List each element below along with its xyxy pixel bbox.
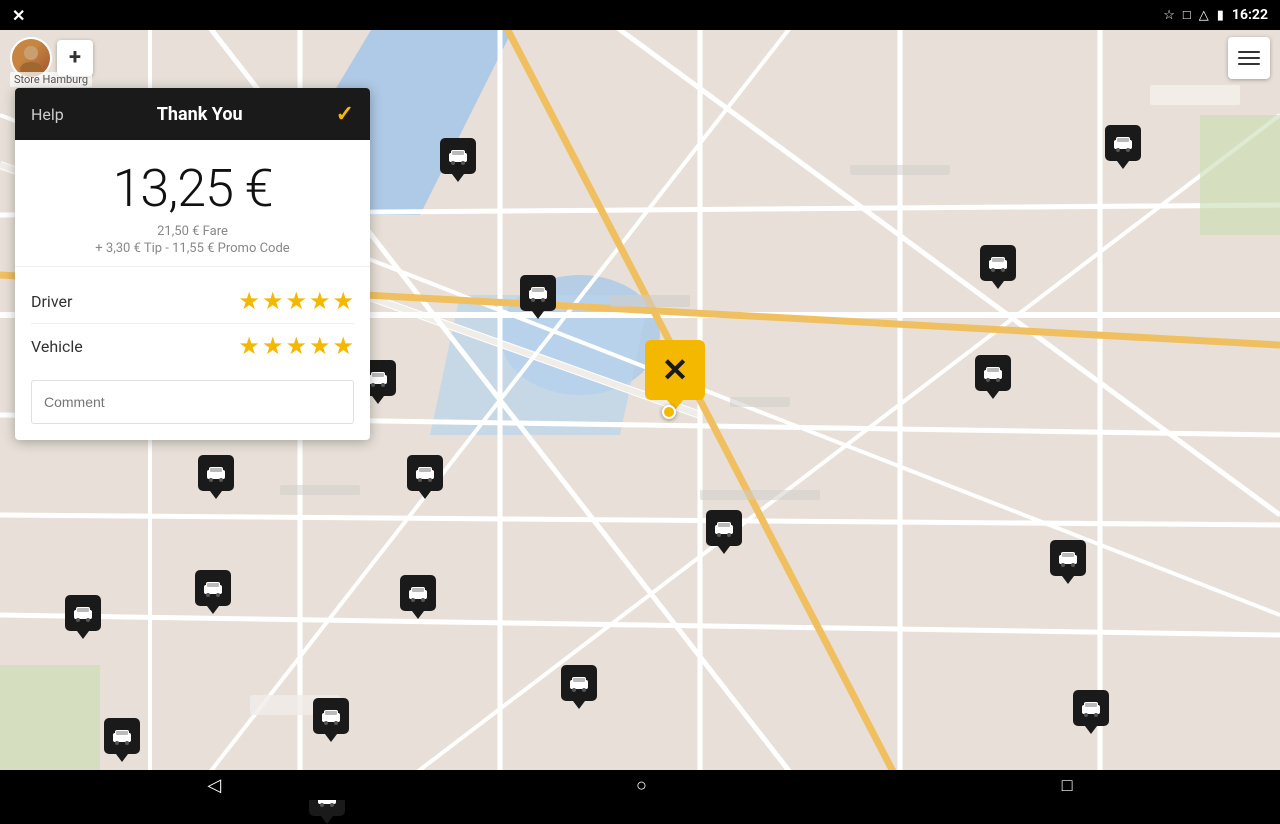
car-marker-car14 — [313, 698, 349, 734]
price-detail: 21,50 € Fare + 3,30 € Tip - 11,55 € Prom… — [31, 224, 354, 256]
car-svg-car11 — [201, 579, 225, 597]
battery-icon: ▮ — [1217, 8, 1224, 23]
car-svg-car6 — [413, 464, 437, 482]
tip-promo-line: + 3,30 € Tip - 11,55 € Promo Code — [31, 241, 354, 256]
car-marker-car3 — [520, 275, 556, 311]
plus-icon: + — [69, 45, 81, 70]
car-marker-car10 — [198, 455, 234, 491]
car-svg-car2 — [986, 254, 1010, 272]
driver-stars[interactable]: ★ ★ ★ ★ ★ — [238, 287, 354, 315]
mytaxi-logo-marker: ✕ — [645, 340, 705, 400]
car-marker-car17 — [1073, 690, 1109, 726]
driver-rating-row: Driver ★ ★ ★ ★ ★ — [31, 279, 354, 324]
driver-star-4[interactable]: ★ — [309, 287, 331, 315]
recents-button[interactable]: □ — [1062, 775, 1073, 796]
thankyou-label: Thank You — [157, 104, 243, 125]
car-marker-car5 — [975, 355, 1011, 391]
x-logo-icon: ✕ — [12, 6, 25, 25]
price-area: 13,25 € 21,50 € Fare + 3,30 € Tip - 11,5… — [15, 140, 370, 267]
car-svg-car10 — [204, 464, 228, 482]
car-marker-car15 — [104, 718, 140, 754]
bottom-nav: ◁ ○ □ — [0, 770, 1280, 800]
car-marker-car9 — [1105, 125, 1141, 161]
signal-icon: □ — [1183, 7, 1191, 23]
driver-star-3[interactable]: ★ — [285, 287, 307, 315]
car-svg-car3 — [526, 284, 550, 302]
vehicle-rating-row: Vehicle ★ ★ ★ ★ ★ — [31, 324, 354, 368]
car-svg-car12 — [71, 604, 95, 622]
hamburger-menu-button[interactable] — [1228, 37, 1270, 79]
add-ride-button[interactable]: + — [57, 40, 93, 76]
status-bar-right: ☆ □ △ ▮ 16:22 — [1163, 7, 1268, 23]
car-svg-car7 — [712, 519, 736, 537]
home-button[interactable]: ○ — [636, 775, 647, 796]
driver-star-2[interactable]: ★ — [262, 287, 284, 315]
confirm-checkmark-button[interactable]: ✓ — [336, 102, 354, 127]
car-svg-car1 — [446, 147, 470, 165]
bluetooth-icon: ☆ — [1163, 8, 1175, 23]
status-bar-left: ✕ — [12, 6, 25, 25]
vehicle-stars[interactable]: ★ ★ ★ ★ ★ — [238, 332, 354, 360]
top-bar: + — [0, 30, 1280, 85]
comment-input[interactable] — [31, 380, 354, 424]
help-button[interactable]: Help — [31, 105, 64, 124]
car-svg-car17 — [1079, 699, 1103, 717]
car-svg-car5 — [981, 364, 1005, 382]
panel-header: Help Thank You ✓ — [15, 88, 370, 140]
hamburger-line-3 — [1238, 63, 1260, 65]
car-svg-car8 — [1056, 549, 1080, 567]
driver-star-5[interactable]: ★ — [332, 287, 354, 315]
store-label: Store Hamburg — [10, 72, 92, 87]
car-marker-car1 — [440, 138, 476, 174]
hamburger-line-1 — [1238, 51, 1260, 53]
car-marker-car6 — [407, 455, 443, 491]
vehicle-star-2[interactable]: ★ — [262, 332, 284, 360]
rating-panel: Help Thank You ✓ 13,25 € 21,50 € Fare + … — [15, 88, 370, 440]
car-svg-car19 — [406, 584, 430, 602]
car-marker-car12 — [65, 595, 101, 631]
car-svg-car9 — [1111, 134, 1135, 152]
comment-area — [15, 376, 370, 440]
vehicle-star-5[interactable]: ★ — [332, 332, 354, 360]
vehicle-star-4[interactable]: ★ — [309, 332, 331, 360]
total-price: 13,25 € — [31, 158, 354, 219]
car-marker-car8 — [1050, 540, 1086, 576]
car-marker-car2 — [980, 245, 1016, 281]
car-marker-car19 — [400, 575, 436, 611]
location-dot — [662, 405, 676, 419]
car-svg-car13 — [567, 674, 591, 692]
clock: 16:22 — [1232, 7, 1268, 23]
vehicle-star-1[interactable]: ★ — [238, 332, 260, 360]
fare-line: 21,50 € Fare — [31, 224, 354, 239]
car-marker-car11 — [195, 570, 231, 606]
rating-rows: Driver ★ ★ ★ ★ ★ Vehicle ★ ★ ★ ★ ★ — [15, 267, 370, 376]
hamburger-line-2 — [1238, 57, 1260, 59]
car-svg-car15 — [110, 727, 134, 745]
driver-star-1[interactable]: ★ — [238, 287, 260, 315]
back-button[interactable]: ◁ — [207, 775, 221, 796]
vehicle-star-3[interactable]: ★ — [285, 332, 307, 360]
wifi-icon: △ — [1199, 8, 1209, 23]
driver-label: Driver — [31, 292, 72, 311]
mytaxi-x-icon: ✕ — [662, 351, 689, 389]
vehicle-label: Vehicle — [31, 337, 83, 356]
car-svg-car14 — [319, 707, 343, 725]
car-marker-car13 — [561, 665, 597, 701]
status-bar: ✕ ☆ □ △ ▮ 16:22 — [0, 0, 1280, 30]
car-marker-car7 — [706, 510, 742, 546]
